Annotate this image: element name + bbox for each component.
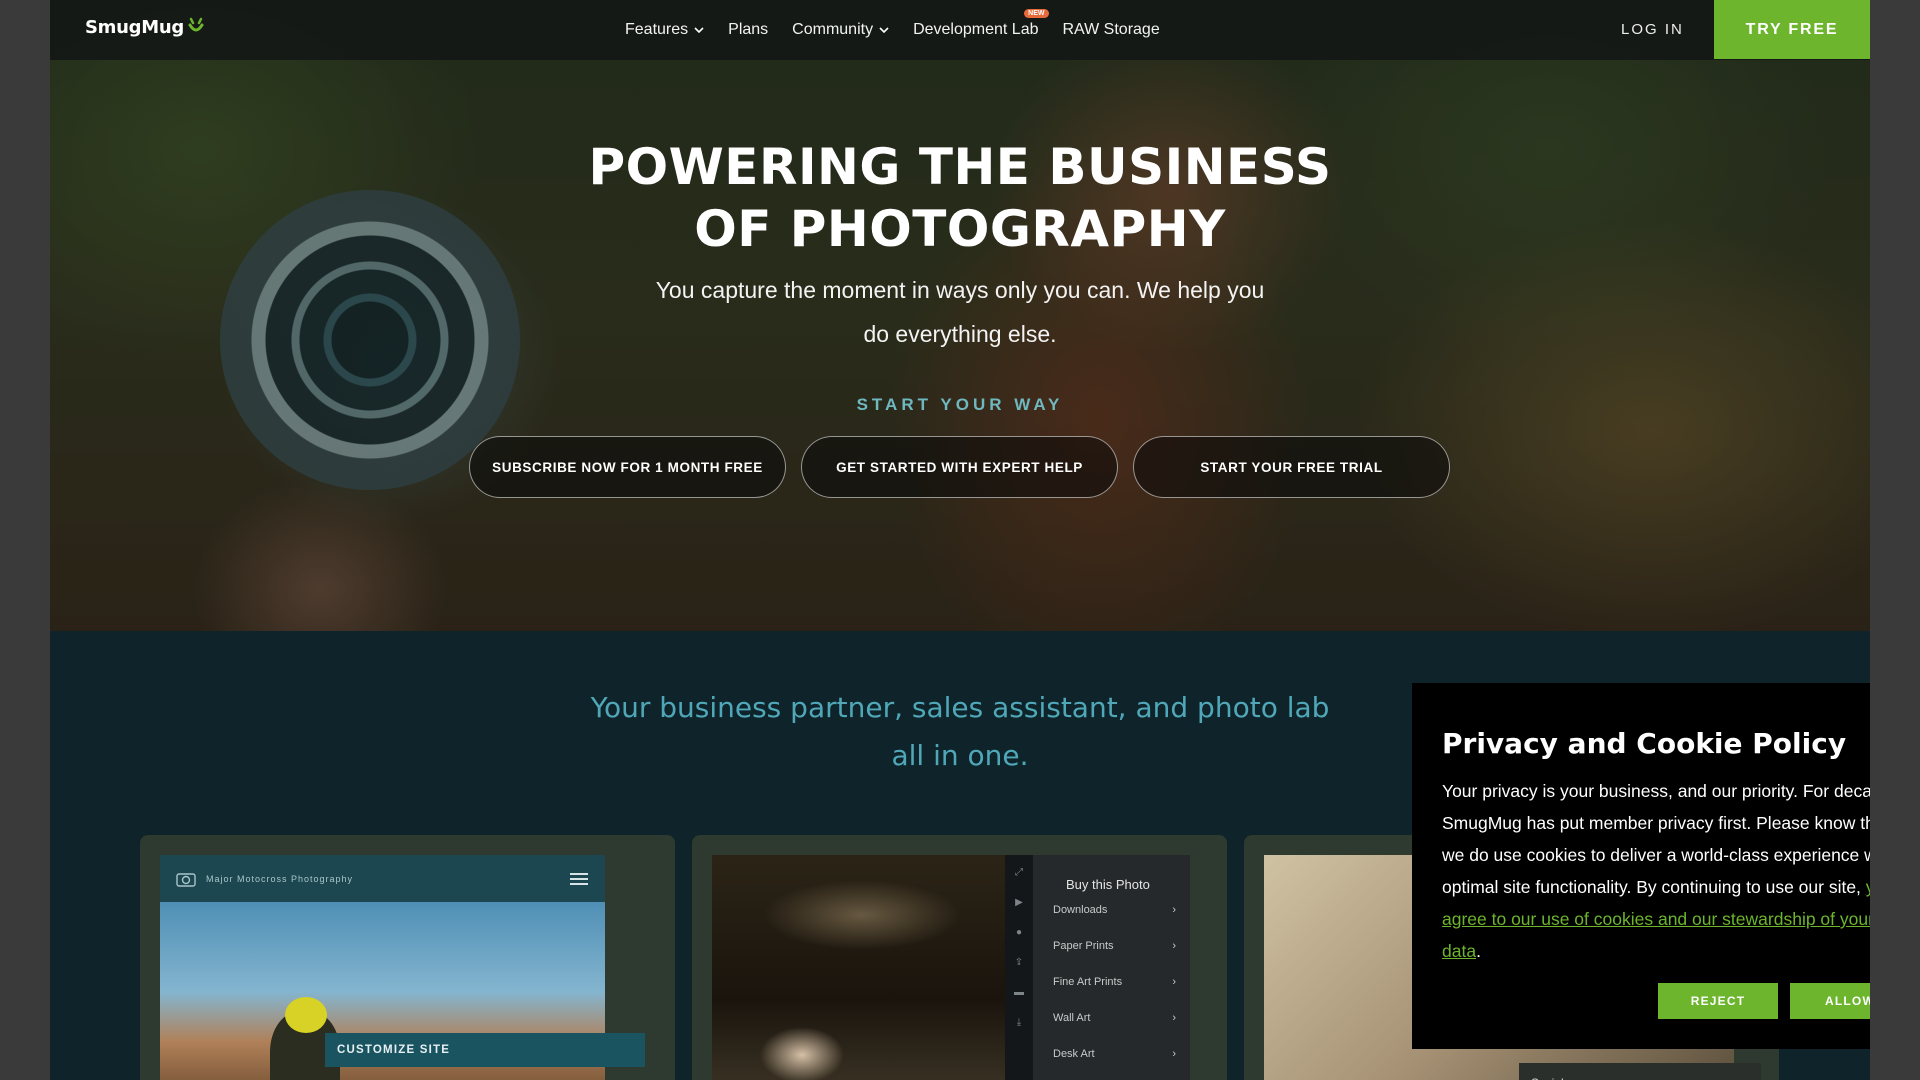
page: POWERING THE BUSINESS OF PHOTOGRAPHY You… — [50, 0, 1870, 1080]
chevron-down-icon — [879, 27, 889, 33]
chevron-right-icon: › — [1172, 1012, 1176, 1024]
chevron-right-icon: › — [1172, 1048, 1176, 1060]
hero-banner: POWERING THE BUSINESS OF PHOTOGRAPHY You… — [50, 0, 1870, 631]
expand-icon: ⤢ — [1015, 867, 1023, 878]
cookie-dialog: Privacy and Cookie Policy Your privacy i… — [1412, 683, 1870, 1049]
cookie-body: Your privacy is your business, and our p… — [1442, 775, 1870, 967]
cookie-buttons: REJECT ALLOW — [1658, 983, 1870, 1019]
subscribe-now-button[interactable]: SUBSCRIBE NOW FOR 1 MONTH FREE — [469, 436, 786, 498]
social-label: Social — [1519, 1063, 1761, 1080]
mockup-site-name: Major Motocross Photography — [206, 873, 354, 884]
camera-icon — [176, 872, 196, 887]
smugmug-logo[interactable]: SmugMug — [85, 17, 205, 38]
reject-button[interactable]: REJECT — [1658, 983, 1778, 1019]
try-free-button[interactable]: TRY FREE — [1714, 0, 1870, 59]
comment-icon: ▬ — [1014, 987, 1024, 998]
expert-help-button[interactable]: GET STARTED WITH EXPERT HELP — [801, 436, 1118, 498]
nav-raw-storage[interactable]: RAW Storage — [1063, 21, 1160, 39]
hero-cta-row: SUBSCRIBE NOW FOR 1 MONTH FREE GET START… — [469, 436, 1450, 498]
buy-item-downloads: Downloads › — [1053, 904, 1176, 916]
store-mockup: ⤢ ▶ ● ⇪ ▬ ⤓ Buy this Photo Downloads › Pa… — [712, 855, 1190, 1080]
top-nav: SmugMug Features Plans Community Develop… — [50, 0, 1870, 60]
section-tagline: Your business partner, sales assistant, … — [590, 691, 1330, 772]
photo-tools-strip: ⤢ ▶ ● ⇪ ▬ ⤓ — [1005, 855, 1033, 1080]
buy-item-fine-art-prints: Fine Art Prints › — [1053, 976, 1176, 988]
chevron-right-icon: › — [1172, 904, 1176, 916]
buy-photo-panel: Buy this Photo Downloads › Paper Prints › … — [1033, 855, 1190, 1080]
allow-button[interactable]: ALLOW — [1790, 983, 1870, 1019]
buy-item-wall-art: Wall Art › — [1053, 1012, 1176, 1024]
start-your-way-heading: START YOUR WAY — [856, 395, 1064, 414]
mockup-site-header: Major Motocross Photography — [160, 855, 605, 902]
hero-subtitle: You capture the moment in ways only you … — [655, 277, 1265, 347]
chevron-right-icon: › — [1172, 976, 1176, 988]
buy-item-desk-art: Desk Art › — [1053, 1048, 1176, 1060]
download-icon: ⤓ — [1016, 1017, 1022, 1028]
hero-title: POWERING THE BUSINESS OF PHOTOGRAPHY — [588, 138, 1332, 258]
play-icon: ▶ — [1015, 897, 1023, 908]
concert-photo — [712, 855, 1005, 1080]
nav-plans[interactable]: Plans — [728, 21, 768, 39]
main-nav-links: Features Plans Community Development Lab… — [625, 0, 1160, 60]
free-trial-button[interactable]: START YOUR FREE TRIAL — [1133, 436, 1450, 498]
nav-community[interactable]: Community — [792, 21, 889, 39]
share-icon: ⇪ — [1014, 957, 1024, 968]
buy-photo-title: Buy this Photo — [1066, 877, 1150, 892]
new-badge: NEW — [1024, 9, 1049, 18]
buy-item-paper-prints: Paper Prints › — [1053, 940, 1176, 952]
nav-development-lab[interactable]: Development Lab NEW — [913, 9, 1049, 39]
login-link[interactable]: LOG IN — [1621, 21, 1684, 38]
smile-logo-icon — [188, 17, 204, 31]
feature-card-sales[interactable]: ⤢ ▶ ● ⇪ ▬ ⤓ Buy this Photo Downloads › Pa… — [692, 835, 1227, 1080]
hamburger-menu-icon — [570, 872, 588, 885]
chevron-down-icon — [694, 27, 704, 33]
customize-site-label: CUSTOMIZE SITE — [325, 1033, 645, 1067]
cookie-title: Privacy and Cookie Policy — [1442, 727, 1847, 760]
info-icon: ● — [1015, 927, 1023, 938]
chevron-right-icon: › — [1172, 940, 1176, 952]
feature-card-website[interactable]: Major Motocross Photography CUSTOMIZE SI… — [140, 835, 675, 1080]
nav-features[interactable]: Features — [625, 21, 704, 39]
